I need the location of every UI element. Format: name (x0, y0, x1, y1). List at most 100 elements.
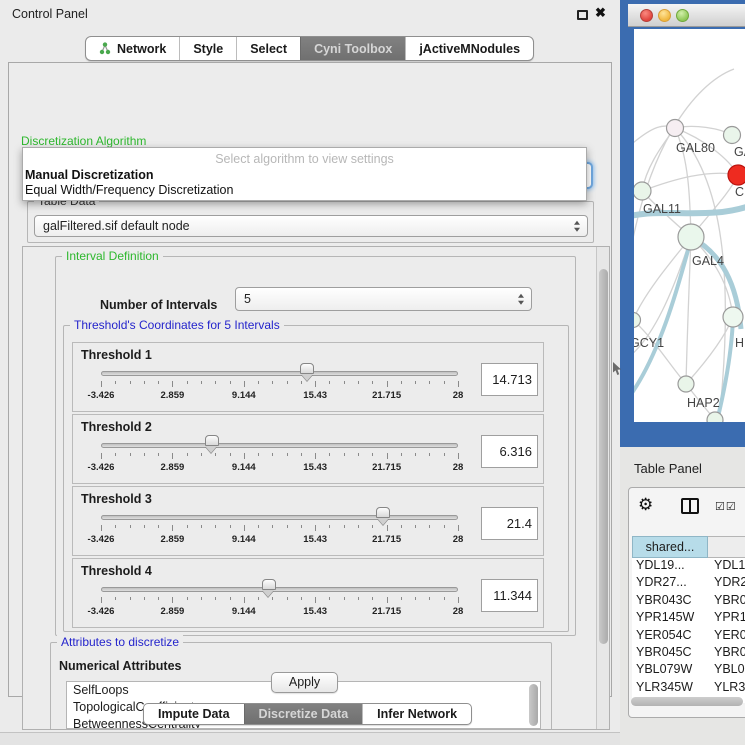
column-header-shared-name[interactable]: shared... (632, 536, 708, 558)
slider-tick (258, 381, 259, 384)
slider-tick-label: 2.859 (150, 606, 194, 617)
slider-track[interactable] (101, 443, 458, 448)
table-horizontal-scrollbar[interactable] (631, 697, 745, 708)
float-window-icon[interactable] (577, 10, 588, 20)
table-panel: Table Panel ⚙ ☑☑ shared... na YDL19...YD… (620, 447, 745, 745)
network-node-c[interactable] (728, 165, 745, 185)
network-node-gcy1[interactable] (634, 313, 641, 328)
attributes-list-scrollbar[interactable] (529, 684, 538, 726)
slider-tick (387, 525, 388, 531)
tab-label: Select (250, 42, 287, 56)
minimize-traffic-light-icon[interactable] (658, 9, 671, 22)
table-row[interactable]: YLR345WYLR3 (632, 680, 745, 697)
settings-vertical-scrollbar[interactable] (596, 247, 609, 729)
network-icon (99, 42, 111, 55)
tab-infer-network[interactable]: Infer Network (362, 704, 471, 724)
slider-tick (415, 525, 416, 528)
tab-cyni-toolbox[interactable]: Cyni Toolbox (300, 37, 405, 60)
menu-item-manual-discretization[interactable]: Manual Discretization (25, 168, 154, 182)
slider-tick (158, 597, 159, 600)
network-node-gal80[interactable] (667, 120, 684, 137)
slider-tick (372, 525, 373, 528)
slider-tick (372, 381, 373, 384)
network-node-ga[interactable] (724, 127, 741, 144)
network-edge[interactable] (634, 237, 691, 320)
slider-tick-label: 2.859 (150, 534, 194, 545)
number-of-intervals-value: 5 (244, 292, 251, 306)
slider-tick (358, 453, 359, 456)
slider-thumb[interactable] (376, 507, 390, 525)
slider-tick (372, 597, 373, 600)
slider-tick (130, 381, 131, 384)
slider-tick (172, 525, 173, 531)
table-row[interactable]: YDL19...YDL1 (632, 558, 745, 575)
slider-tick (130, 453, 131, 456)
tab-style[interactable]: Style (179, 37, 236, 60)
network-node-h[interactable] (723, 307, 743, 327)
tab-jactivemnodules[interactable]: jActiveMNodules (405, 37, 533, 60)
thresholds-group: Threshold's Coordinates for 5 Intervals … (63, 325, 569, 632)
slider-track[interactable] (101, 371, 458, 376)
table-panel-title: Table Panel (634, 461, 702, 476)
cell-shared-name: YPR145W (632, 610, 708, 627)
table-row[interactable]: YBR045CYBR0 (632, 645, 745, 662)
node-label: GAL4 (692, 254, 724, 268)
slider-tick (172, 453, 173, 459)
close-icon[interactable]: ✖ (595, 5, 606, 21)
node-label: C (735, 185, 744, 199)
zoom-traffic-light-icon[interactable] (676, 9, 689, 22)
close-traffic-light-icon[interactable] (640, 9, 653, 22)
apply-button[interactable]: Apply (271, 672, 338, 693)
slider-tick-label: 9.144 (222, 606, 266, 617)
number-of-intervals-label: Number of Intervals (100, 298, 217, 312)
column-header-name[interactable]: na (708, 536, 745, 558)
slider-tick (187, 597, 188, 600)
gear-icon[interactable]: ⚙ (638, 495, 653, 515)
network-node-gal4[interactable] (678, 224, 704, 250)
slider-thumb[interactable] (205, 435, 219, 453)
slider-tick (101, 597, 102, 603)
threshold-value-input[interactable]: 21.4 (481, 507, 538, 540)
tab-discretize-data[interactable]: Discretize Data (244, 704, 363, 724)
menu-item-equal-width-frequency[interactable]: Equal Width/Frequency Discretization (25, 183, 233, 197)
tab-network[interactable]: Network (86, 37, 179, 60)
table-row[interactable]: YER054CYER0 (632, 628, 745, 645)
slider-tick (230, 381, 231, 384)
slider-tick (315, 453, 316, 459)
scrollbar-thumb[interactable] (631, 697, 743, 706)
table-row[interactable]: YBL079WYBL0 (632, 662, 745, 679)
checkbox-checked-icon[interactable]: ☑☑ (715, 500, 737, 513)
slider-tick (444, 453, 445, 456)
slider-track[interactable] (101, 515, 458, 520)
network-edge[interactable] (642, 173, 738, 191)
table-rows: YDL19...YDL1YDR27...YDR2YBR043CYBR0YPR14… (632, 558, 745, 703)
network-node-gal11[interactable] (634, 182, 651, 200)
thresholds-group-title: Threshold's Coordinates for 5 Intervals (70, 318, 284, 332)
algorithm-hint: Select algorithm to view settings (23, 152, 586, 166)
threshold-value-input[interactable]: 14.713 (481, 363, 538, 396)
cyni-toolbox-panel: Discretization Algorithm Select algorith… (8, 62, 612, 697)
tab-select[interactable]: Select (236, 37, 300, 60)
table-row[interactable]: YBR043CYBR0 (632, 593, 745, 610)
network-canvas[interactable]: GAL80GACGAL11GAL4GCY1HHAP2 (634, 29, 745, 422)
scrollbar-thumb[interactable] (599, 269, 608, 644)
table-header: shared... na (632, 536, 745, 558)
threshold-value-input[interactable]: 6.316 (481, 435, 538, 468)
network-node-partial[interactable] (707, 412, 723, 422)
tab-impute-data[interactable]: Impute Data (144, 704, 244, 724)
slider-track[interactable] (101, 587, 458, 592)
number-of-intervals-combo[interactable]: 5 (235, 287, 532, 311)
slider-tick (329, 525, 330, 528)
table-row[interactable]: YDR27...YDR2 (632, 575, 745, 592)
slider-tick (158, 453, 159, 456)
network-node-hap2[interactable] (678, 376, 694, 392)
slider-thumb[interactable] (262, 579, 276, 597)
slider-thumb[interactable] (300, 363, 314, 381)
table-row[interactable]: YPR145WYPR1 (632, 610, 745, 627)
threshold-value-input[interactable]: 11.344 (481, 579, 538, 612)
table-data-combo[interactable]: galFiltered.sif default node (34, 215, 588, 237)
slider-tick (401, 453, 402, 456)
split-column-icon[interactable] (681, 498, 699, 514)
network-window-titlebar[interactable] (628, 4, 745, 27)
cell-shared-name: YER054C (632, 628, 708, 645)
